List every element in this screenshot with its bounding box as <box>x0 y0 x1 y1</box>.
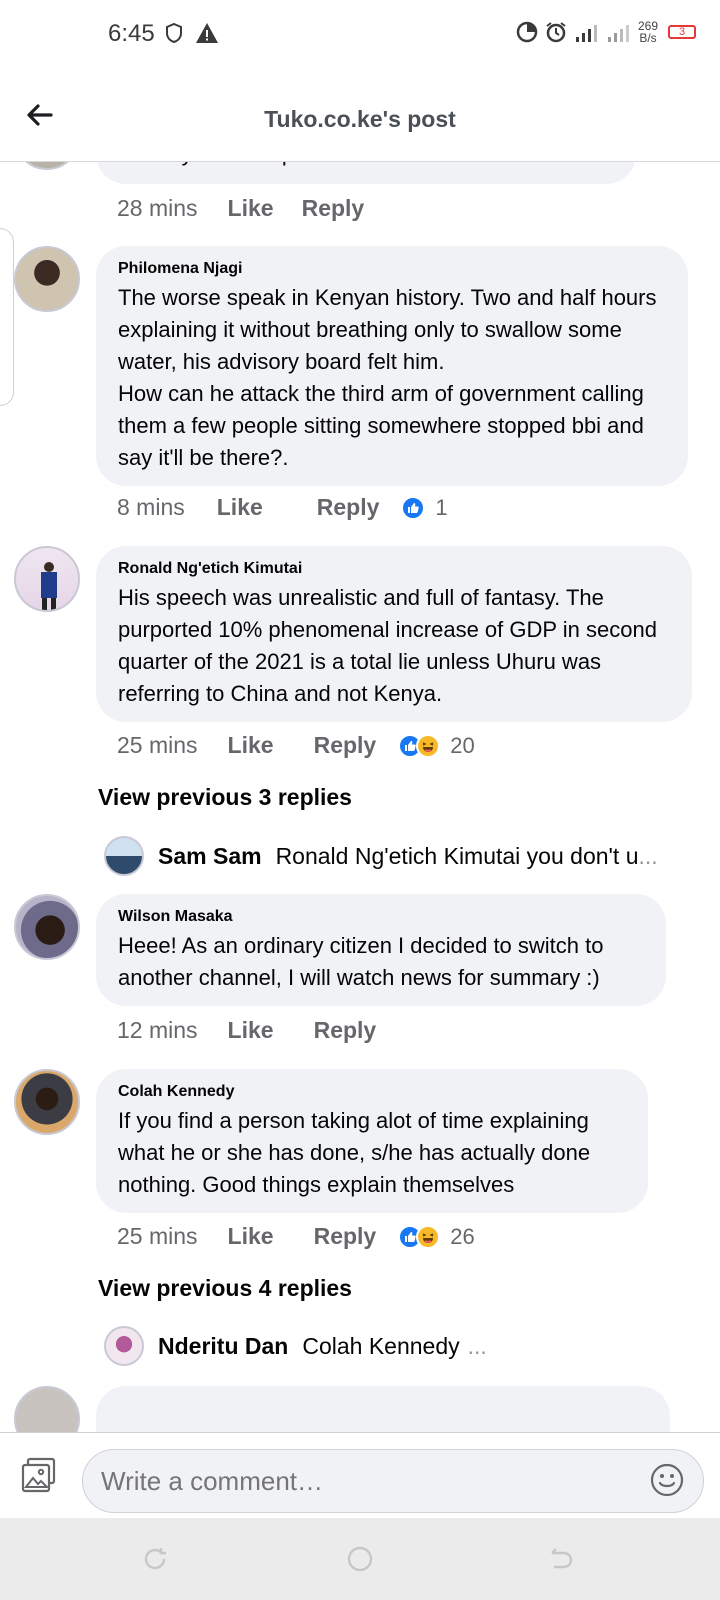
avatar[interactable] <box>14 246 80 312</box>
status-bar: 6:45 269 B/s 3 <box>0 0 720 66</box>
recents-icon[interactable] <box>142 1546 168 1577</box>
warning-icon <box>195 22 219 49</box>
comment-time: 25 mins <box>117 1223 198 1249</box>
signal-icon-2 <box>608 25 629 42</box>
reply-ellipsis: ... <box>467 1332 487 1359</box>
like-button[interactable]: Like <box>228 195 274 222</box>
comment-time: 12 mins <box>117 1017 198 1043</box>
comments-feed[interactable]: Chidu ya kutoa speech before the audienc… <box>0 0 720 1432</box>
comment-author[interactable]: Colah Kennedy <box>118 1083 626 1101</box>
page-title: Tuko.co.ke's post <box>264 106 456 132</box>
photo-icon[interactable] <box>20 1455 60 1500</box>
view-previous-replies-link[interactable]: View previous 4 replies <box>98 1275 352 1302</box>
comment-time: 8 mins <box>117 494 185 520</box>
like-button[interactable]: Like <box>228 1017 274 1044</box>
back-nav-icon[interactable] <box>548 1546 574 1577</box>
comment-text: His speech was unrealistic and full of f… <box>118 585 657 706</box>
comment-meta: 28 mins Like Reply <box>117 195 364 222</box>
reply-text: Colah Kennedy <box>302 1332 460 1359</box>
haha-reaction-icon <box>416 1224 441 1249</box>
comment-composer <box>0 1432 720 1518</box>
network-speed: 269 B/s <box>638 20 658 44</box>
avatar[interactable] <box>14 894 80 960</box>
network-speed-unit: B/s <box>639 31 657 45</box>
emoji-icon[interactable] <box>650 1463 684 1502</box>
comment-author[interactable]: Wilson Masaka <box>118 908 644 926</box>
like-button[interactable]: Like <box>228 732 274 759</box>
comment-time: 28 mins <box>117 195 198 221</box>
comment-author[interactable]: Ronald Ng'etich Kimutai <box>118 560 670 578</box>
avatar-figure <box>41 562 57 610</box>
comment-meta: 25 mins Like Reply 26 <box>117 1223 475 1250</box>
reaction-count: 26 <box>450 1223 475 1249</box>
alarm-icon <box>546 22 566 43</box>
comment-bubble[interactable]: Wilson Masaka Heee! As an ordinary citiz… <box>96 894 666 1006</box>
reaction-count: 1 <box>435 494 448 520</box>
comment-bubble[interactable]: Colah Kennedy If you find a person takin… <box>96 1069 648 1213</box>
avatar[interactable] <box>14 1386 80 1432</box>
reply-author[interactable]: Nderitu Dan <box>158 1333 288 1360</box>
comment-text: Heee! As an ordinary citizen I decided t… <box>118 933 604 990</box>
haha-reaction-icon <box>416 733 441 758</box>
comment-meta: 25 mins Like Reply 20 <box>117 732 475 759</box>
signal-icon <box>576 25 597 42</box>
shield-icon <box>164 22 184 49</box>
reply-ellipsis: ... <box>638 842 658 869</box>
like-button[interactable]: Like <box>217 494 263 521</box>
avatar[interactable] <box>104 1326 144 1366</box>
reaction-count: 20 <box>450 732 475 758</box>
reply-author[interactable]: Sam Sam <box>158 843 262 870</box>
battery-icon: 3 <box>668 25 697 39</box>
like-reaction-icon <box>401 495 426 520</box>
reply-button[interactable]: Reply <box>314 1223 377 1250</box>
comment-time: 25 mins <box>117 732 198 758</box>
comment-text: The worse speak in Kenyan history. Two a… <box>118 285 657 470</box>
comment-meta: 12 mins Like Reply <box>117 1017 376 1044</box>
status-time: 6:45 <box>108 20 155 47</box>
comment-author[interactable]: Philomena Njagi <box>118 260 666 278</box>
comment-bubble[interactable]: Philomena Njagi The worse speak in Kenya… <box>96 246 688 486</box>
app-header: Tuko.co.ke's post <box>0 66 720 162</box>
system-nav-bar <box>0 1518 720 1600</box>
avatar[interactable] <box>14 1069 80 1135</box>
view-previous-replies-link[interactable]: View previous 3 replies <box>98 784 352 811</box>
comment-input[interactable] <box>82 1449 704 1513</box>
reply-text: Ronald Ng'etich Kimutai you don't u <box>275 842 639 869</box>
reactions[interactable]: 20 <box>398 732 475 759</box>
avatar[interactable] <box>14 546 80 612</box>
like-button[interactable]: Like <box>228 1223 274 1250</box>
reply-button[interactable]: Reply <box>314 1017 377 1044</box>
reactions[interactable]: 26 <box>398 1223 475 1250</box>
home-icon[interactable] <box>347 1546 373 1577</box>
reply-button[interactable]: Reply <box>317 494 380 521</box>
reply-preview[interactable]: Nderitu Dan Colah Kennedy ... <box>104 1326 684 1366</box>
side-edge <box>0 228 14 406</box>
reactions[interactable]: 1 <box>401 494 448 521</box>
status-icons: 269 B/s 3 <box>516 20 697 44</box>
avatar[interactable] <box>104 836 144 876</box>
reply-button[interactable]: Reply <box>302 195 365 222</box>
comment-bubble[interactable]: Ronald Ng'etich Kimutai His speech was u… <box>96 546 692 722</box>
data-saver-icon <box>516 21 538 43</box>
reply-preview[interactable]: Sam Sam Ronald Ng'etich Kimutai you don'… <box>104 836 684 876</box>
comment-text: If you find a person taking alot of time… <box>118 1108 591 1197</box>
comment-bubble[interactable] <box>96 1386 670 1432</box>
comment-meta: 8 mins Like Reply 1 <box>117 494 448 521</box>
reply-button[interactable]: Reply <box>314 732 377 759</box>
